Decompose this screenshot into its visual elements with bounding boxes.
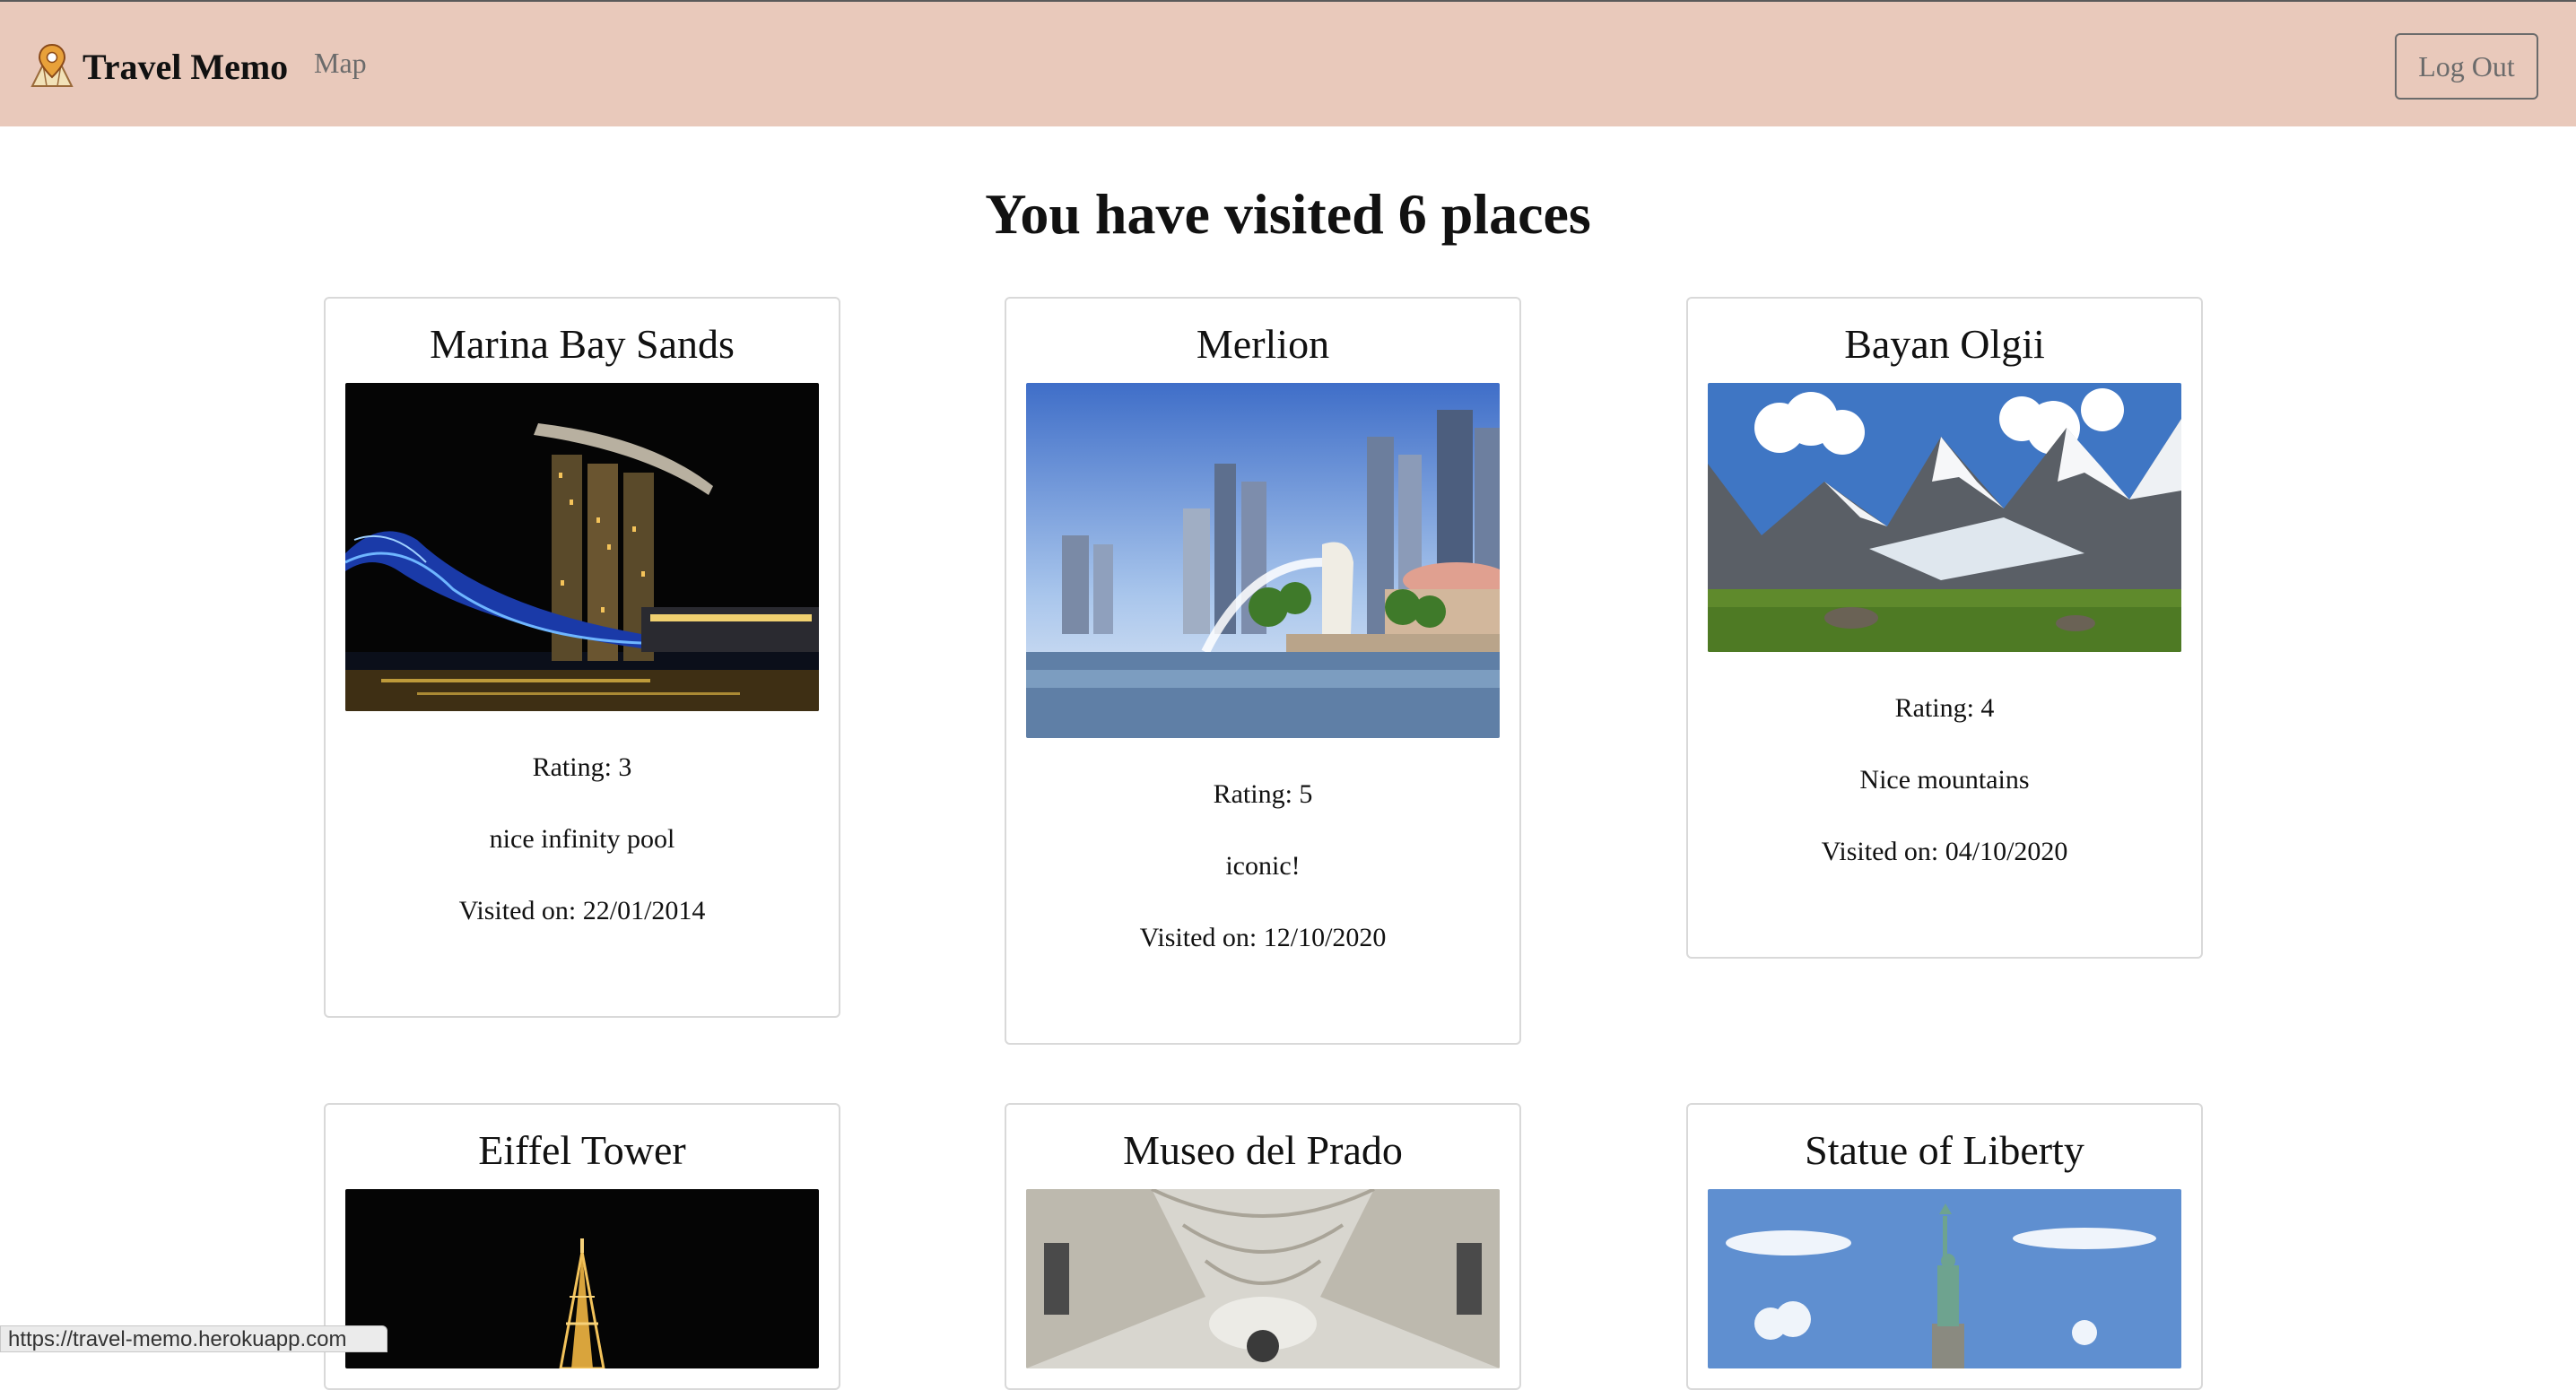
place-card: Bayan Olgii Rating: 4 Nice mountains Vis…	[1686, 297, 2203, 959]
nav-link-map[interactable]: Map	[314, 47, 367, 80]
place-visited-date: Visited on: 04/10/2020	[1821, 837, 2068, 866]
statue-of-liberty-image	[1708, 1189, 2181, 1368]
page-title: You have visited 6 places	[985, 182, 1591, 246]
place-card: Marina Bay Sands Rating: 3 nice infinity…	[324, 297, 840, 1018]
place-note: Nice mountains	[1859, 765, 2030, 795]
place-note: iconic!	[1225, 851, 1301, 881]
place-photo	[1708, 1189, 2181, 1368]
place-note: nice infinity pool	[489, 824, 675, 854]
marina-bay-sands-image	[345, 383, 819, 711]
map-pin-logo-icon	[30, 43, 74, 87]
logout-button[interactable]: Log Out	[2395, 33, 2538, 100]
place-card: Merlion Rating: 5 iconic! Visited on: 12…	[1005, 297, 1521, 1045]
merlion-image	[1026, 383, 1500, 738]
brand-link[interactable]: Travel Memo	[27, 41, 288, 91]
place-name: Bayan Olgii	[1844, 321, 2045, 367]
place-name: Eiffel Tower	[478, 1127, 686, 1173]
place-card: Eiffel Tower	[324, 1103, 840, 1390]
place-card: Museo del Prado	[1005, 1103, 1521, 1390]
place-visited-date: Visited on: 12/10/2020	[1139, 923, 1387, 952]
place-name: Museo del Prado	[1123, 1127, 1403, 1173]
place-photo	[345, 1189, 819, 1368]
place-visited-date: Visited on: 22/01/2014	[458, 896, 706, 925]
place-photo	[1026, 1189, 1500, 1368]
brand-title: Travel Memo	[83, 46, 289, 87]
place-card: Statue of Liberty	[1686, 1103, 2203, 1390]
eiffel-tower-image	[345, 1189, 819, 1368]
place-name: Marina Bay Sands	[430, 321, 735, 367]
museo-del-prado-image	[1026, 1189, 1500, 1368]
bayan-olgii-image	[1708, 383, 2181, 652]
place-photo	[345, 383, 819, 711]
place-rating: Rating: 3	[532, 752, 632, 782]
place-photo	[1708, 383, 2181, 652]
place-name: Merlion	[1196, 321, 1330, 367]
place-photo	[1026, 383, 1500, 738]
place-name: Statue of Liberty	[1805, 1127, 2084, 1173]
place-rating: Rating: 5	[1213, 779, 1313, 809]
top-navbar: Travel Memo Map Log Out	[0, 0, 2576, 126]
place-rating: Rating: 4	[1894, 693, 1995, 723]
browser-status-url: https://travel-memo.herokuapp.com	[0, 1325, 387, 1352]
